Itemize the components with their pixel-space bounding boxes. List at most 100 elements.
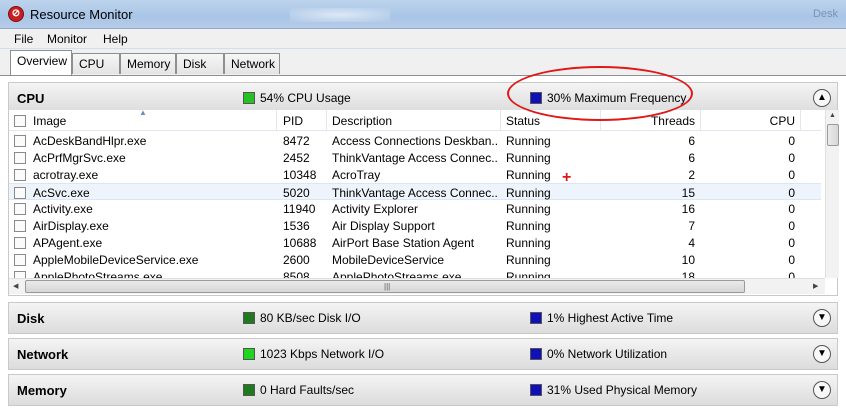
horizontal-scrollbar[interactable]: ◀ ||| ▶ [9, 278, 825, 294]
table-row[interactable]: acrotray.exe 10348 AcroTray Running 2 0 [9, 166, 821, 183]
cpu-process-table: ▲ Image PID Description Status Threads C… [8, 108, 839, 296]
cell-cpu: 0 [788, 151, 795, 165]
cell-status: Running [506, 219, 551, 233]
scroll-left-icon[interactable]: ◀ [13, 282, 18, 290]
menu-monitor[interactable]: Monitor [47, 32, 87, 46]
row-checkbox[interactable] [14, 237, 26, 249]
cell-threads: 2 [688, 168, 695, 182]
annotation-ellipse [507, 66, 693, 121]
cell-status: Running [506, 270, 551, 278]
cell-description: Air Display Support [332, 219, 435, 233]
cell-status: Running [506, 236, 551, 250]
cell-pid: 8472 [283, 134, 310, 148]
cell-status: Running [506, 253, 551, 267]
cell-description: AirPort Base Station Agent [332, 236, 475, 250]
table-row[interactable]: Activity.exe 11940 Activity Explorer Runnin… [9, 200, 821, 217]
memory-used-text: 31% Used Physical Memory [547, 383, 698, 397]
expand-icon[interactable]: ▼ [813, 381, 831, 399]
cell-image: AirDisplay.exe [33, 219, 109, 233]
row-checkbox[interactable] [14, 135, 26, 147]
table-row[interactable]: APAgent.exe 10688 AirPort Base Station Age… [9, 234, 821, 251]
tab-disk[interactable]: Disk [176, 53, 224, 74]
cell-description: ThinkVantage Access Connec... [332, 186, 497, 200]
cell-status: Running [506, 186, 551, 200]
menu-file[interactable]: File [14, 32, 33, 46]
overview-panel: CPU 54% CPU Usage 30% Maximum Frequency … [0, 75, 846, 408]
row-checkbox[interactable] [14, 169, 26, 181]
cell-cpu: 0 [788, 168, 795, 182]
cell-cpu: 0 [788, 270, 795, 278]
memory-section-header[interactable]: Memory 0 Hard Faults/sec 31% Used Physic… [8, 374, 838, 406]
tab-memory[interactable]: Memory [120, 53, 176, 74]
vertical-scroll-thumb[interactable] [827, 124, 839, 146]
row-checkbox[interactable] [14, 220, 26, 232]
tab-network[interactable]: Network [224, 53, 280, 74]
network-util-indicator [530, 348, 542, 360]
cell-pid: 8508 [283, 270, 310, 278]
annotation-plus-icon: + [562, 169, 572, 186]
cell-pid: 5020 [283, 186, 310, 200]
cell-pid: 10688 [283, 236, 317, 250]
cell-threads: 16 [681, 202, 695, 216]
row-checkbox[interactable] [14, 271, 26, 278]
tab-overview[interactable]: Overview [10, 50, 72, 75]
horizontal-scroll-thumb[interactable]: ||| [25, 280, 745, 293]
cell-pid: 11940 [283, 202, 316, 216]
collapse-icon[interactable]: ▲ [813, 89, 831, 107]
menu-help[interactable]: Help [103, 32, 128, 46]
title-glow [290, 8, 390, 22]
title-bar: ⊘ Resource Monitor Desk [0, 0, 846, 29]
window-title: Resource Monitor [30, 7, 133, 22]
cell-pid: 10348 [283, 168, 317, 182]
cell-image: AcDeskBandHlpr.exe [33, 134, 147, 148]
memory-section-title: Memory [17, 383, 67, 398]
table-row[interactable]: AirDisplay.exe 1536 Air Display Support Run… [9, 217, 821, 234]
table-row[interactable]: AcPrfMgrSvc.exe 2452 ThinkVantage Access C… [9, 149, 821, 166]
disk-active-indicator [530, 312, 542, 324]
cell-status: Running [506, 202, 551, 216]
resource-monitor-icon: ⊘ [8, 6, 24, 22]
vertical-scrollbar[interactable]: ▲ [825, 110, 839, 278]
disk-section-header[interactable]: Disk 80 KB/sec Disk I/O 1% Highest Activ… [8, 302, 838, 334]
cell-description: ApplePhotoStreams.exe [332, 270, 462, 278]
cell-threads: 6 [688, 151, 695, 165]
cpu-section-title: CPU [17, 91, 45, 106]
cell-threads: 15 [681, 186, 695, 200]
cell-threads: 6 [688, 134, 695, 148]
cell-image: AppleMobileDeviceService.exe [33, 253, 199, 267]
cell-status: Running [506, 134, 551, 148]
row-checkbox[interactable] [14, 203, 26, 215]
cell-threads: 18 [681, 270, 695, 278]
tab-cpu[interactable]: CPU [72, 53, 120, 74]
cell-description: Access Connections Deskban... [332, 134, 497, 148]
cell-image: acrotray.exe [33, 168, 99, 182]
cell-threads: 10 [681, 253, 695, 267]
table-row[interactable]: AcDeskBandHlpr.exe 8472 Access Connections… [9, 132, 821, 149]
cell-threads: 4 [688, 236, 695, 250]
cell-cpu: 0 [788, 253, 795, 267]
cell-image: Activity.exe [33, 202, 93, 216]
cell-threads: 7 [688, 219, 695, 233]
network-section-header[interactable]: Network 1023 Kbps Network I/O 0% Network… [8, 338, 838, 370]
scroll-right-icon[interactable]: ▶ [813, 282, 818, 290]
network-section-title: Network [17, 347, 69, 362]
cell-image: AcPrfMgrSvc.exe [33, 151, 126, 165]
expand-icon[interactable]: ▼ [813, 345, 831, 363]
cell-pid: 2452 [283, 151, 310, 165]
memory-used-indicator [530, 384, 542, 396]
row-checkbox[interactable] [14, 254, 26, 266]
disk-io-indicator [243, 312, 255, 324]
expand-icon[interactable]: ▼ [813, 309, 831, 327]
grip-icon: ||| [384, 282, 391, 291]
cell-pid: 2600 [283, 253, 310, 267]
row-checkbox[interactable] [14, 187, 26, 199]
cell-cpu: 0 [788, 236, 795, 250]
row-checkbox[interactable] [14, 152, 26, 164]
cell-cpu: 0 [788, 219, 795, 233]
table-row[interactable]: AcSvc.exe 5020 ThinkVantage Access Connec.… [9, 183, 821, 200]
table-row[interactable]: AppleMobileDeviceService.exe 2600 MobileDe… [9, 251, 821, 268]
scroll-up-icon[interactable]: ▲ [829, 112, 836, 119]
network-io-indicator [243, 348, 255, 360]
disk-io-text: 80 KB/sec Disk I/O [260, 311, 361, 325]
table-row[interactable]: ApplePhotoStreams.exe 8508 ApplePhotoStrea… [9, 268, 821, 278]
